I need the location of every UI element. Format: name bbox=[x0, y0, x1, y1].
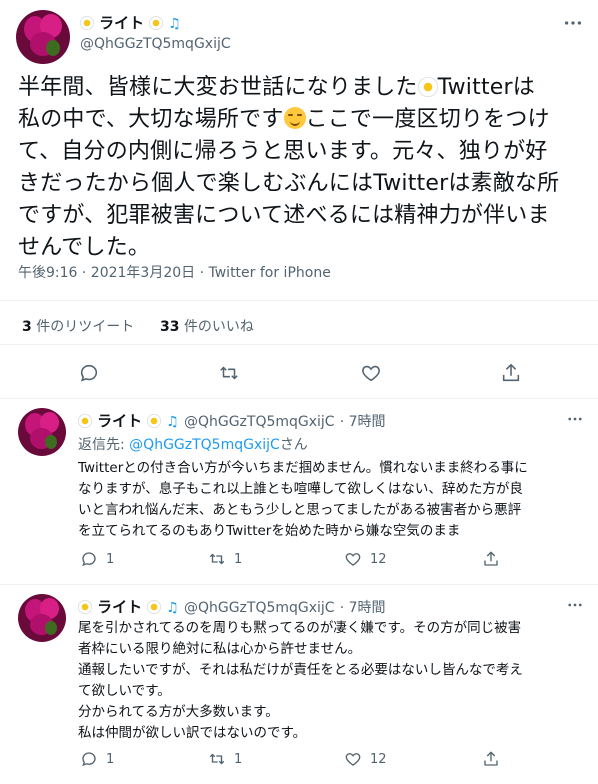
tweet-line: せんでした。 bbox=[18, 235, 151, 260]
reply-icon[interactable] bbox=[78, 362, 100, 384]
likes-count: 33 bbox=[160, 319, 180, 335]
reply-count: 1 bbox=[106, 551, 115, 567]
more-icon[interactable] bbox=[562, 12, 584, 34]
retweet-icon bbox=[208, 550, 226, 568]
avatar[interactable] bbox=[18, 594, 66, 642]
likes-label: 件のいいね bbox=[183, 319, 254, 335]
share-icon[interactable] bbox=[482, 750, 500, 768]
reply-button[interactable]: 1 bbox=[80, 750, 114, 768]
tweet-line: て、自分の内側に帰ろうと思います。元々、独りが好 bbox=[18, 139, 548, 164]
tweet-line: 私の中で、大切な場所です bbox=[18, 107, 284, 132]
reply-line: 分かられてる方が大多数います。 bbox=[78, 704, 279, 720]
divider bbox=[0, 584, 598, 585]
tweet-line: 半年間、皆様に大変お世話になりました bbox=[18, 75, 418, 100]
flower-icon bbox=[417, 77, 438, 97]
divider bbox=[0, 398, 598, 399]
author-handle[interactable]: @QhGGzTQ5mqGxijC bbox=[184, 600, 335, 616]
reply-button[interactable]: 1 bbox=[80, 550, 114, 568]
like-button[interactable]: 12 bbox=[344, 550, 387, 568]
retweet-button[interactable]: 1 bbox=[208, 750, 242, 768]
likes-stat[interactable]: 33 件のいいね bbox=[160, 316, 254, 336]
reply-header: ライト ♫ @QhGGzTQ5mqGxijC · 7時間 bbox=[78, 596, 386, 617]
author-handle[interactable]: @QhGGzTQ5mqGxijC bbox=[184, 414, 335, 430]
flower-icon bbox=[78, 600, 92, 614]
reply-line: を立てられてるのもありTwitterを始めた時から嫌な空気のまま bbox=[78, 523, 461, 539]
tweet-text: 半年間、皆様に大変お世話になりました Twitterは 私の中で、大切な場所ですこ… bbox=[18, 72, 588, 264]
more-icon[interactable] bbox=[566, 596, 584, 614]
avatar[interactable] bbox=[16, 10, 70, 64]
replying-to-handle[interactable]: @QhGGzTQ5mqGxijC bbox=[129, 437, 280, 453]
display-name[interactable]: ライト bbox=[97, 412, 142, 430]
reply-line: て欲しいです。 bbox=[78, 683, 171, 699]
tweet-timestamp[interactable]: 午後9:16 · 2021年3月20日 · Twitter for iPhone bbox=[18, 262, 331, 282]
tweet-line: ですが、犯罪被害について述べるには精神力が伴いま bbox=[18, 203, 550, 228]
author-handle[interactable]: @QhGGzTQ5mqGxijC bbox=[80, 36, 231, 52]
reply-text: Twitterとの付き合い方が今いちまだ掴めません。慣れないまま終わる事に なり… bbox=[78, 458, 588, 542]
display-name[interactable]: ライト bbox=[97, 598, 142, 616]
like-count: 12 bbox=[370, 551, 387, 567]
music-notes-icon: ♫ bbox=[168, 16, 181, 32]
reply-line: いと言われ悩んだ末、あともう少しと思ってましたがある被害者から悪評 bbox=[78, 502, 522, 518]
flower-icon bbox=[78, 414, 92, 428]
retweet-button[interactable]: 1 bbox=[208, 550, 242, 568]
reply-count: 1 bbox=[106, 751, 115, 767]
music-notes-icon: ♫ bbox=[166, 414, 179, 430]
retweets-label: 件のリツイート bbox=[36, 319, 135, 335]
tweet-line: Twitterは bbox=[437, 75, 535, 100]
more-icon[interactable] bbox=[566, 410, 584, 428]
reply-line: 尾を引かされてるのを周りも黙ってるのが凄く嫌です。その方が同じ被害 bbox=[78, 620, 522, 636]
replying-to: 返信先: @QhGGzTQ5mqGxijCさん bbox=[78, 434, 308, 454]
flower-icon bbox=[147, 414, 162, 428]
retweet-count: 1 bbox=[234, 551, 243, 567]
share-icon[interactable] bbox=[482, 550, 500, 568]
tweet-line: きだったから個人で楽しむぶんにはTwitterは素敵な所 bbox=[18, 171, 560, 196]
flower-icon bbox=[80, 16, 94, 30]
heart-icon bbox=[344, 550, 362, 568]
avatar[interactable] bbox=[18, 408, 66, 456]
flower-icon bbox=[149, 16, 164, 30]
divider bbox=[0, 300, 598, 301]
divider bbox=[0, 344, 598, 345]
reply-icon bbox=[80, 550, 98, 568]
display-name: ライト bbox=[99, 14, 145, 32]
retweet-icon[interactable] bbox=[218, 362, 240, 384]
author-name-row[interactable]: ライト ♫ bbox=[80, 12, 181, 33]
replying-to-suffix: さん bbox=[279, 437, 308, 453]
retweets-stat[interactable]: 3 件のリツイート bbox=[22, 316, 134, 336]
like-count: 12 bbox=[370, 751, 387, 767]
reply-line: 者枠にいる限り絶対に私は心から許せません。 bbox=[78, 641, 362, 657]
reply-text: 尾を引かされてるのを周りも黙ってるのが凄く嫌です。その方が同じ被害 者枠にいる限… bbox=[78, 618, 588, 744]
heart-icon bbox=[344, 750, 362, 768]
replying-to-prefix: 返信先: bbox=[78, 437, 130, 453]
reply-line: なりますが、息子もこれ以上誰とも喧嘩して欲しくはない、辞めた方が良 bbox=[78, 481, 523, 497]
retweets-count: 3 bbox=[22, 319, 32, 335]
reply-line: 通報したいですが、それは私だけが責任をとる必要はないし皆んなで考え bbox=[78, 662, 523, 678]
flower-icon bbox=[147, 600, 162, 614]
music-notes-icon: ♫ bbox=[166, 600, 179, 616]
share-icon[interactable] bbox=[500, 362, 522, 384]
reply-time[interactable]: · 7時間 bbox=[340, 600, 386, 616]
retweet-icon bbox=[208, 750, 226, 768]
reply-time[interactable]: · 7時間 bbox=[340, 414, 386, 430]
like-button[interactable]: 12 bbox=[344, 750, 387, 768]
tweet-line: ここで一度区切りをつけ bbox=[305, 107, 550, 132]
reply-header: ライト ♫ @QhGGzTQ5mqGxijC · 7時間 bbox=[78, 410, 386, 431]
reply-line: Twitterとの付き合い方が今いちまだ掴めません。慣れないまま終わる事に bbox=[78, 460, 528, 476]
reply-icon bbox=[80, 750, 98, 768]
smiling-face-icon bbox=[283, 107, 306, 129]
retweet-count: 1 bbox=[234, 751, 243, 767]
reply-line: 私は仲間が欲しい訳ではないのです。 bbox=[78, 725, 307, 741]
heart-icon[interactable] bbox=[360, 362, 382, 384]
